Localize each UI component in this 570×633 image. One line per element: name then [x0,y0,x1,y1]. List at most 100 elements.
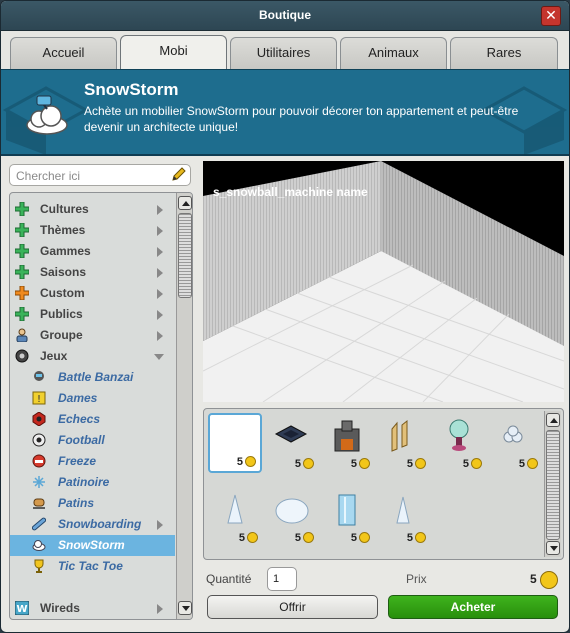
quantity-label: Quantité [206,572,252,586]
product-item[interactable]: 5 [376,487,430,547]
category-label: Saisons [40,265,87,279]
search-input[interactable]: Chercher ici [16,169,80,183]
product-price: 5 [407,458,426,470]
scroll-down-button[interactable] [546,541,560,555]
category-label: Groupe [40,328,83,342]
green-plus-icon [15,223,29,237]
product-item[interactable]: 5 [208,487,262,547]
chevron-right-icon [157,289,163,299]
category-label: Custom [40,286,85,300]
subcategory-label: SnowStorm [58,538,125,552]
wood-fence-icon [391,419,408,452]
product-item[interactable]: 5 [264,487,318,547]
category-sidebar: Chercher ici Cultures Thèmes Gammes Sais… [6,161,193,621]
subcategory-label: Snowboarding [58,517,142,531]
scroll-down-button[interactable] [178,601,192,615]
product-item[interactable]: 5 [432,413,486,473]
price-value: 5 [530,572,537,586]
product-item[interactable]: 5 [320,487,374,547]
gift-button[interactable]: Offrir [207,595,378,619]
category-jeux[interactable]: Jeux [10,346,175,367]
ice-spike-icon [227,494,243,524]
category-publics[interactable]: Publics [10,304,175,325]
subcategory-football[interactable]: Football [10,430,175,451]
orange-plus-icon [15,286,29,300]
category-custom[interactable]: Custom [10,283,175,304]
category-label: Jeux [40,349,68,363]
subcategory-patinoire[interactable]: Patinoire [10,472,175,493]
search-field[interactable]: Chercher ici [9,164,191,186]
chevron-down-icon [154,354,164,360]
quantity-input[interactable]: 1 [267,567,297,591]
product-price: 5 [239,532,258,544]
tab-utilitaires[interactable]: Utilitaires [230,37,337,69]
subcategory-label: Freeze [58,454,97,468]
credit-coin-icon [540,571,558,589]
product-item[interactable]: 5 [488,413,542,473]
scroll-up-button[interactable] [178,196,192,210]
product-item[interactable]: 5 [320,413,374,473]
product-item[interactable]: 5 [208,413,262,473]
skates-icon [33,498,45,509]
subcategory-battle-banzai[interactable]: Battle Banzai [10,367,175,388]
pencil-icon[interactable] [170,167,186,183]
category-groupe[interactable]: Groupe [10,325,175,346]
banner-description: Achète un mobilier SnowStorm pour pouvoi… [84,104,519,134]
category-gammes[interactable]: Gammes [10,241,175,262]
credit-coin-icon [527,458,538,469]
subcategory-snowboarding[interactable]: Snowboarding [10,514,175,535]
chevron-right-icon [157,310,163,320]
subcategory-label: Battle Banzai [58,370,134,384]
chevron-right-icon [157,205,163,215]
close-button[interactable]: ✕ [541,6,561,26]
scroll-thumb[interactable] [178,213,192,298]
category-scrollbar[interactable] [176,193,192,619]
green-plus-icon [15,202,29,216]
subcategory-label: Dames [58,391,98,405]
chevron-right-icon [157,226,163,236]
category-saisons[interactable]: Saisons [10,262,175,283]
cloud-icon [32,540,46,551]
title-bar[interactable]: Boutique ✕ [1,1,569,31]
credit-coin-icon [471,458,482,469]
product-scrollbar[interactable] [544,411,561,557]
product-item[interactable]: 5 [376,413,430,473]
category-banner: SnowStorm Achète un mobilier SnowStorm p… [1,69,569,156]
product-price: 5 [351,458,370,470]
subcategory-tic-tac-toe[interactable]: Tic Tac Toe [10,556,175,577]
credit-coin-icon [415,458,426,469]
category-label: Thèmes [40,223,86,237]
chevron-right-icon [157,331,163,341]
subcategory-label: Patinoire [58,475,110,489]
fireplace-icon [334,420,360,452]
product-price: 5 [351,532,370,544]
subcategory-freeze[interactable]: Freeze [10,451,175,472]
ball-icon [15,349,29,363]
tab-rares[interactable]: Rares [450,37,558,69]
credit-coin-icon [359,458,370,469]
furni-name: s_snowball_machine name [213,185,368,199]
subcategory-echecs[interactable]: Echecs [10,409,175,430]
product-item[interactable]: 5 [264,413,318,473]
buy-button[interactable]: Acheter [388,595,558,619]
chevron-right-icon [157,520,163,530]
subcategory-snowstorm[interactable]: SnowStorm [10,535,175,556]
category-cultures[interactable]: Cultures [10,199,175,220]
product-price: 5 [463,458,482,470]
scroll-up-button[interactable] [546,413,560,427]
subcategory-dames[interactable]: ! Dames [10,388,175,409]
subcategory-patins[interactable]: Patins [10,493,175,514]
arrow-down-icon [550,546,558,551]
subcategory-label: Tic Tac Toe [58,559,123,573]
category-label: Gammes [40,244,91,258]
trophy-icon [34,559,44,573]
tab-animaux[interactable]: Animaux [340,37,447,69]
scroll-thumb[interactable] [546,430,560,540]
arrow-down-icon [182,606,190,611]
category-themes[interactable]: Thèmes [10,220,175,241]
arrow-up-icon [550,418,558,423]
category-wireds[interactable]: W Wireds [10,598,175,619]
tab-accueil[interactable]: Accueil [10,37,117,69]
chevron-right-icon [157,604,163,614]
tab-mobi[interactable]: Mobi [120,35,227,69]
